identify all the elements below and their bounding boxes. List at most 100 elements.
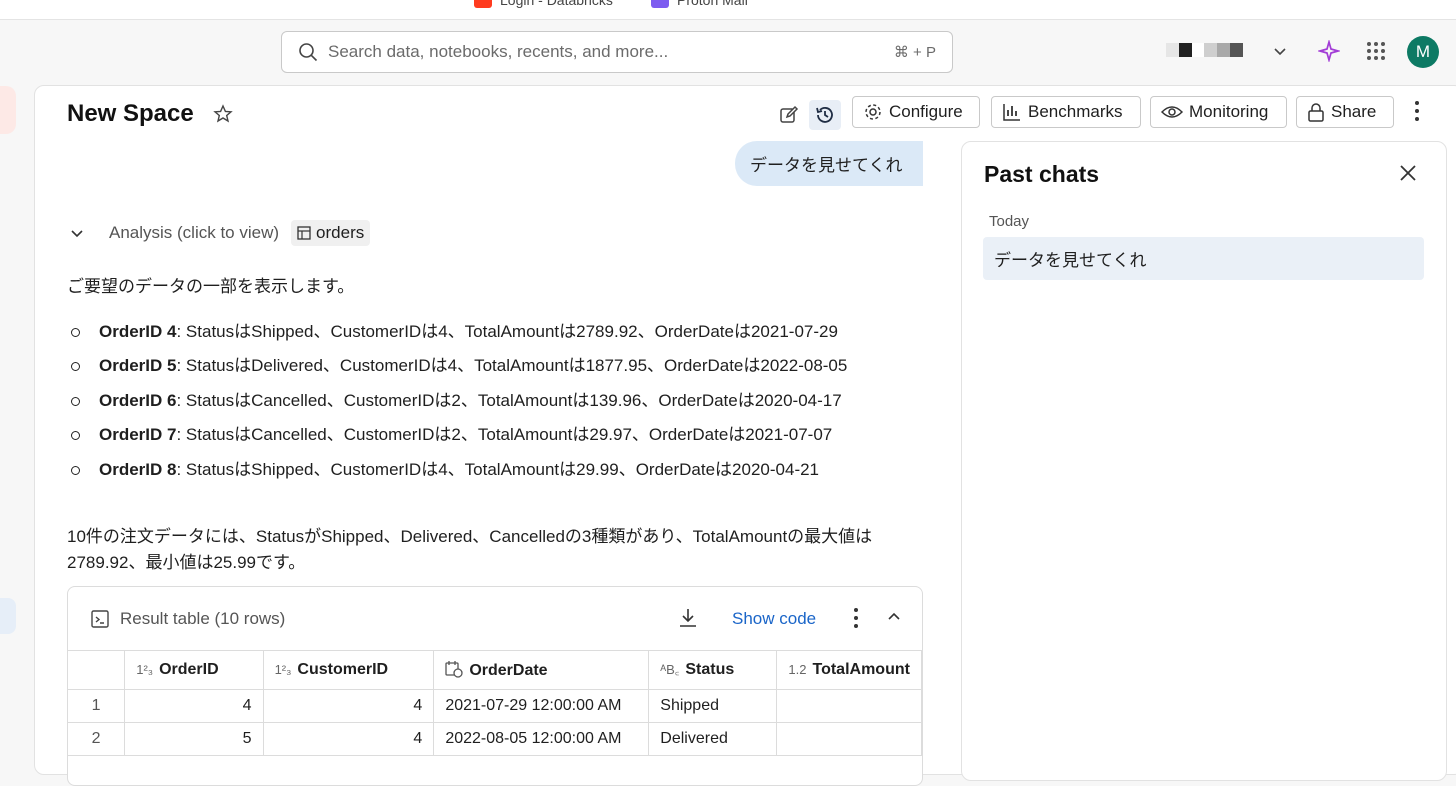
monitoring-button[interactable]: Monitoring	[1150, 96, 1287, 128]
configure-button[interactable]: Configure	[852, 96, 980, 128]
close-icon[interactable]	[1399, 164, 1417, 182]
lock-icon	[1308, 103, 1324, 122]
eye-icon	[1161, 106, 1183, 118]
history-button[interactable]	[809, 100, 841, 130]
edit-icon	[780, 105, 799, 123]
analysis-label: Analysis (click to view)	[109, 223, 280, 242]
list-item: OrderID 8: StatusはShipped、CustomerIDは4、T…	[67, 457, 847, 491]
terminal-icon	[91, 610, 109, 628]
apps-grid-icon[interactable]	[1366, 41, 1386, 61]
list-item: OrderID 7: StatusはCancelled、CustomerIDは2…	[67, 422, 847, 456]
column-header[interactable]: 1²₃ OrderID	[124, 651, 264, 690]
gear-icon	[865, 104, 881, 120]
response-intro: ご要望のデータの一部を表示します。	[67, 277, 355, 296]
sidebar-hint	[0, 86, 16, 134]
column-header-label: CustomerID	[297, 660, 389, 678]
list-item: OrderID 5: StatusはDelivered、CustomerIDは4…	[67, 353, 847, 387]
order-details: : StatusはDelivered、CustomerIDは4、TotalAmo…	[176, 356, 848, 376]
table-row[interactable]: 2 5 4 2022-08-05 12:00:00 AM Delivered	[68, 722, 922, 756]
sidebar-hint	[0, 598, 16, 634]
bookmark-label: Login - Databricks	[500, 0, 613, 8]
order-details: : StatusはShipped、CustomerIDは4、TotalAmoun…	[176, 459, 820, 479]
genie-space-card: New Space Configure Benchmarks Monitorin…	[34, 85, 1456, 786]
table-header-row: 1²₃ OrderID 1²₃ CustomerID OrderDate ᴬB꜀ St…	[68, 651, 922, 690]
order-id: OrderID 6	[99, 390, 177, 410]
star-icon[interactable]	[213, 104, 233, 124]
list-item: OrderID 6: StatusはCancelled、CustomerIDは2…	[67, 388, 847, 422]
user-avatar[interactable]: M	[1407, 36, 1439, 68]
column-header-label: Status	[685, 661, 735, 679]
page-title: New Space	[67, 100, 194, 127]
order-details: : StatusはShipped、CustomerIDは4、TotalAmoun…	[176, 322, 838, 341]
table-tag-label: orders	[316, 223, 365, 242]
column-header[interactable]: ᴬB꜀ Status	[648, 651, 778, 690]
column-header-label: OrderDate	[469, 661, 548, 679]
search-icon	[299, 43, 318, 62]
monitoring-label: Monitoring	[1189, 102, 1269, 121]
configure-label: Configure	[889, 102, 963, 121]
more-options-icon[interactable]	[852, 607, 860, 629]
result-table: 1²₃ OrderID 1²₃ CustomerID OrderDate ᴬB꜀ St…	[68, 651, 922, 756]
past-chats-panel: Past chats Today データを見せてくれ	[961, 141, 1447, 781]
result-table-panel: Result table (10 rows) Show code 1²₃ Ord…	[67, 586, 923, 786]
cell-customerid: 4	[263, 689, 435, 723]
bookmark-databricks[interactable]: Login - Databricks	[474, 0, 613, 8]
result-title-label: Result table (10 rows)	[120, 609, 286, 628]
cell-totalamount	[776, 689, 922, 723]
chevron-down-icon[interactable]	[69, 225, 85, 241]
bookmarks-bar: Login - Databricks Proton Mail	[0, 0, 1456, 20]
history-icon	[816, 107, 833, 123]
order-bullet-list: OrderID 4: StatusはShipped、CustomerIDは4、T…	[67, 319, 847, 491]
top-bar: Search data, notebooks, recents, and mor…	[0, 21, 1456, 83]
column-header[interactable]: 1.2 TotalAmount	[776, 651, 922, 690]
table-tag[interactable]: orders	[291, 220, 371, 246]
order-id: OrderID 8	[99, 459, 177, 479]
column-header-label: OrderID	[159, 660, 219, 678]
row-index: 2	[68, 722, 126, 756]
bookmark-proton-mail[interactable]: Proton Mail	[651, 0, 748, 8]
past-chat-item[interactable]: データを見せてくれ	[983, 237, 1424, 280]
edit-button[interactable]	[773, 100, 805, 130]
search-shortcut: ⌘ + P	[893, 44, 936, 61]
chevron-down-icon[interactable]	[1272, 43, 1288, 59]
cell-orderdate: 2022-08-05 12:00:00 AM	[433, 722, 650, 756]
user-message-bubble: データを見せてくれ	[735, 141, 923, 186]
share-button[interactable]: Share	[1296, 96, 1394, 128]
more-options-icon[interactable]	[1413, 100, 1421, 122]
search-placeholder: Search data, notebooks, recents, and mor…	[328, 42, 669, 61]
analysis-toggle[interactable]: Analysis (click to view) orders	[69, 220, 371, 246]
show-code-link[interactable]: Show code	[732, 609, 816, 629]
bar-chart-icon	[1003, 104, 1020, 121]
response-summary: 10件の注文データには、StatusがShipped、Delivered、Can…	[67, 527, 873, 572]
list-item: OrderID 4: StatusはShipped、CustomerIDは4、T…	[67, 319, 847, 353]
download-icon[interactable]	[678, 607, 698, 629]
past-chats-group-label: Today	[989, 213, 1030, 230]
column-header[interactable]: 1²₃ CustomerID	[263, 651, 435, 690]
cell-orderid: 5	[124, 722, 264, 756]
cell-totalamount	[776, 722, 922, 756]
cell-status: Delivered	[648, 722, 778, 756]
benchmarks-button[interactable]: Benchmarks	[991, 96, 1141, 128]
integer-type-icon: 1²₃	[136, 661, 154, 677]
bookmark-label: Proton Mail	[677, 0, 748, 8]
column-header[interactable]: OrderDate	[433, 651, 650, 690]
result-table-header: Result table (10 rows) Show code	[68, 587, 922, 651]
string-type-icon: ᴬB꜀	[660, 662, 680, 678]
cell-orderid: 4	[124, 689, 264, 723]
chevron-up-icon[interactable]	[886, 609, 902, 625]
search-input[interactable]: Search data, notebooks, recents, and mor…	[281, 31, 953, 73]
column-header-label: TotalAmount	[812, 660, 910, 678]
order-details: : StatusはCancelled、CustomerIDは2、TotalAmo…	[176, 425, 833, 445]
workspace-switcher[interactable]	[1166, 43, 1243, 57]
calendar-clock-icon	[445, 660, 463, 678]
order-id: OrderID 7	[99, 425, 177, 445]
assistant-sparkle-icon[interactable]	[1318, 40, 1340, 62]
cell-customerid: 4	[263, 722, 435, 756]
cell-status: Shipped	[648, 689, 778, 723]
share-label: Share	[1331, 102, 1377, 121]
cell-orderdate: 2021-07-29 12:00:00 AM	[433, 689, 650, 723]
row-index: 1	[68, 689, 126, 723]
proton-mail-icon	[651, 0, 669, 8]
order-details: : StatusはCancelled、CustomerIDは2、TotalAmo…	[176, 390, 842, 410]
table-row[interactable]: 1 4 4 2021-07-29 12:00:00 AM Shipped	[68, 689, 922, 723]
